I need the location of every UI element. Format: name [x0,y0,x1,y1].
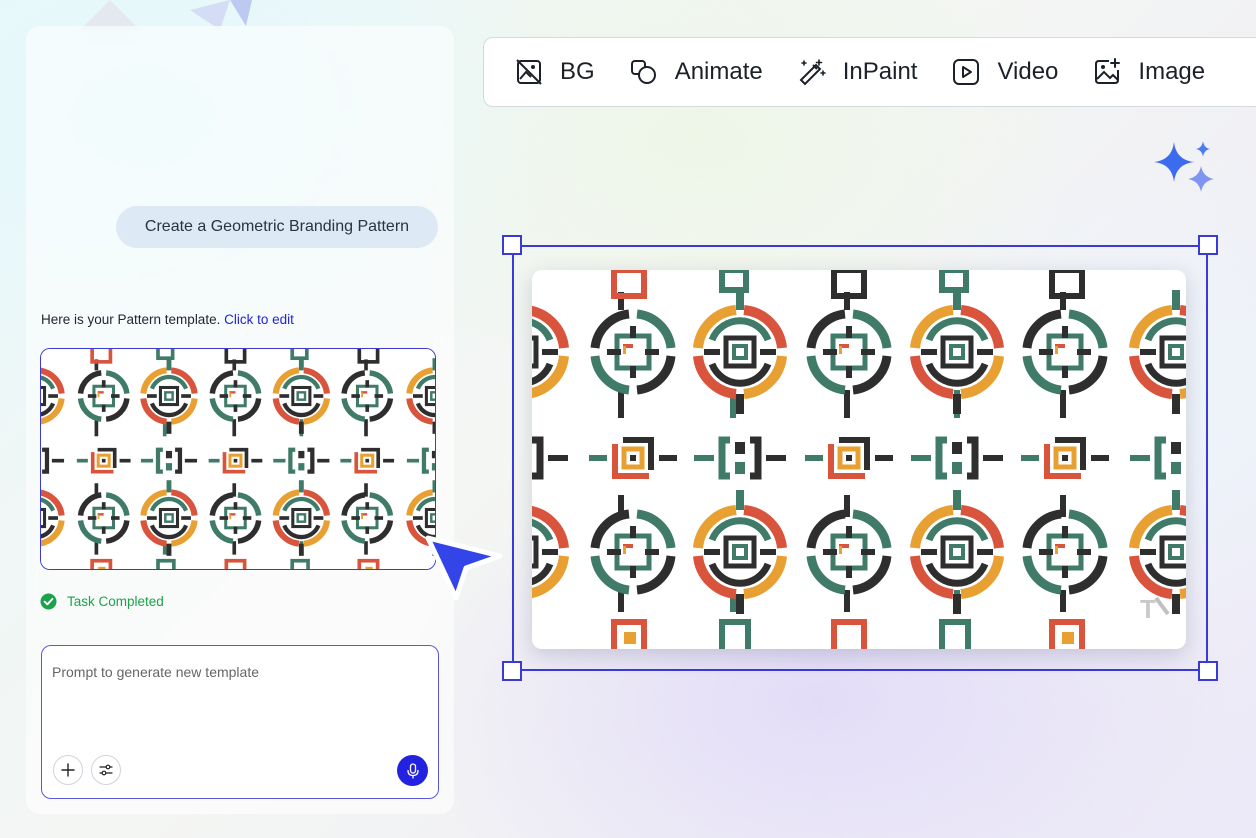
resize-handle-bottom-left[interactable] [502,661,522,681]
resize-handle-top-right[interactable] [1198,235,1218,255]
tool-video[interactable]: Video [951,57,1058,87]
add-button[interactable] [53,755,83,785]
user-message-bubble: Create a Geometric Branding Pattern [116,206,438,248]
check-circle-icon [40,593,57,610]
task-status: Task Completed [40,593,164,610]
tool-video-label: Video [997,58,1059,85]
bg-remove-icon [516,59,542,85]
editor-toolbar: BG Animate InPaint Video Image [483,37,1256,107]
svg-text:T: T [1140,594,1156,624]
magic-wand-icon [799,59,826,86]
tool-image[interactable]: Image [1092,57,1205,87]
tool-animate[interactable]: Animate [629,57,763,87]
reply-text: Here is your Pattern template. [41,312,225,327]
canvas-pattern-art [532,270,1186,649]
pointer-cursor-icon [425,535,503,601]
click-to-edit-link[interactable]: Click to edit [224,312,294,327]
tool-bg[interactable]: BG [514,57,595,87]
sliders-icon [99,764,113,776]
settings-button[interactable] [91,755,121,785]
mic-button[interactable] [397,755,428,786]
pattern-thumbnail[interactable] [40,348,436,570]
tool-bg-label: BG [560,58,595,85]
tool-animate-label: Animate [674,58,763,85]
assistant-reply: Here is your Pattern template. Click to … [41,312,294,327]
plus-icon [61,763,75,777]
tool-inpaint[interactable]: InPaint [797,57,918,87]
pattern-thumbnail-art [41,349,436,570]
resize-handle-bottom-right[interactable] [1198,661,1218,681]
tool-inpaint-label: InPaint [842,58,918,85]
prompt-box [41,645,439,799]
sparkle-icon [1154,141,1214,192]
canvas-pattern-image[interactable]: T [532,270,1186,649]
microphone-icon [406,762,419,779]
image-add-icon [1095,58,1121,84]
resize-handle-top-left[interactable] [502,235,522,255]
video-play-icon [953,59,980,85]
user-message-text: Create a Geometric Branding Pattern [144,218,410,235]
prompt-input[interactable] [52,664,422,680]
tool-image-label: Image [1138,58,1206,85]
animate-icon [630,60,656,84]
task-status-text: Task Completed [67,594,164,609]
